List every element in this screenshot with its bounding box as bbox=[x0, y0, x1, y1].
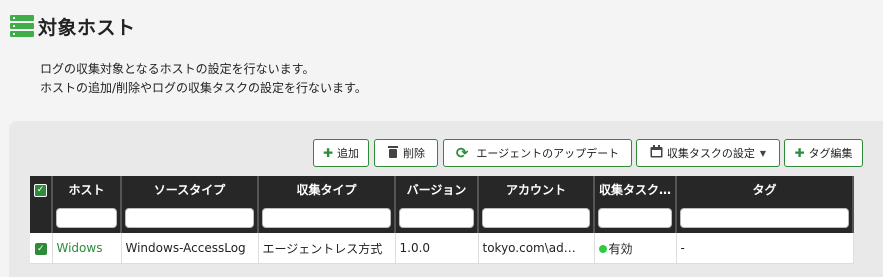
cell-version: 1.0.0 bbox=[395, 233, 479, 264]
refresh-icon: ⟳ bbox=[455, 144, 469, 162]
page-header: 対象ホスト bbox=[10, 12, 136, 40]
add-button-label: 追加 bbox=[337, 147, 360, 160]
cell-tag: - bbox=[676, 233, 854, 264]
filter-account-input[interactable] bbox=[482, 208, 590, 229]
tag-edit-button[interactable]: ✚ タグ編集 bbox=[784, 139, 863, 167]
cell-collect-type: エージェントレス方式 bbox=[258, 233, 396, 264]
plus-icon: ✚ bbox=[794, 146, 805, 160]
page-title: 対象ホスト bbox=[38, 16, 136, 39]
agent-update-button-label: エージェントのアップデート bbox=[476, 147, 620, 160]
column-header-task[interactable]: 収集タスク… bbox=[594, 176, 678, 203]
filter-collect-type-input[interactable] bbox=[262, 208, 391, 229]
delete-button-label: 削除 bbox=[403, 147, 425, 160]
status-dot-icon bbox=[598, 245, 607, 253]
check-icon: ✓ bbox=[34, 183, 47, 197]
filter-task-input[interactable] bbox=[598, 208, 673, 229]
table-row[interactable]: ✓ Widows Windows-AccessLog エージェントレス方式 1.… bbox=[30, 233, 854, 264]
hosts-table: ✓ ホスト ソースタイプ 収集タイプ バージョン アカウント 収集タスク… タグ… bbox=[30, 176, 855, 264]
check-icon: ✓ bbox=[34, 242, 47, 255]
task-settings-label: 収集タスクの設定 bbox=[666, 147, 755, 160]
page-description: ログの収集対象となるホストの設定を行ないます。 ホストの追加/削除やログの収集タ… bbox=[40, 60, 367, 98]
add-button[interactable]: ✚ 追加 bbox=[313, 139, 369, 167]
plus-icon: ✚ bbox=[322, 146, 334, 160]
task-settings-dropdown[interactable]: 収集タスクの設定 ▼ bbox=[636, 139, 780, 167]
caret-down-icon: ▼ bbox=[759, 148, 767, 158]
column-header-tag[interactable]: タグ bbox=[676, 176, 855, 203]
filter-spacer bbox=[30, 203, 53, 233]
description-line-2: ホストの追加/削除やログの収集タスクの設定を行ないます。 bbox=[40, 81, 367, 95]
table-header-row: ✓ ホスト ソースタイプ 収集タイプ バージョン アカウント 収集タスク… タグ bbox=[30, 176, 855, 203]
agent-update-button[interactable]: ⟳ エージェントのアップデート bbox=[443, 139, 632, 167]
filter-host-input[interactable] bbox=[56, 208, 117, 229]
cell-host[interactable]: Widows bbox=[52, 233, 122, 264]
calendar-icon bbox=[650, 145, 663, 161]
cell-account: tokyo.com\ad… bbox=[478, 233, 595, 264]
description-line-1: ログの収集対象となるホストの設定を行ないます。 bbox=[40, 62, 315, 76]
cell-source-type: Windows-AccessLog bbox=[121, 233, 259, 264]
column-header-host[interactable]: ホスト bbox=[52, 176, 122, 203]
filter-tag-input[interactable] bbox=[680, 208, 850, 229]
filter-row bbox=[30, 203, 855, 233]
column-header-account[interactable]: アカウント bbox=[478, 176, 595, 203]
tag-edit-button-label: タグ編集 bbox=[808, 147, 853, 160]
filter-version-input[interactable] bbox=[399, 208, 474, 229]
host-link[interactable]: Widows bbox=[57, 241, 103, 255]
cell-task-status: 有効 bbox=[594, 233, 677, 264]
column-header-version[interactable]: バージョン bbox=[395, 176, 479, 203]
trash-icon bbox=[387, 145, 399, 161]
delete-button[interactable]: 削除 bbox=[374, 139, 438, 167]
column-header-source-type[interactable]: ソースタイプ bbox=[121, 176, 259, 203]
task-status-label: 有効 bbox=[608, 241, 633, 256]
row-checkbox[interactable]: ✓ bbox=[30, 233, 53, 264]
filter-source-type-input[interactable] bbox=[125, 208, 254, 229]
select-all-checkbox[interactable]: ✓ bbox=[30, 176, 53, 203]
server-list-icon bbox=[10, 15, 34, 37]
column-header-collect-type[interactable]: 収集タイプ bbox=[258, 176, 396, 203]
